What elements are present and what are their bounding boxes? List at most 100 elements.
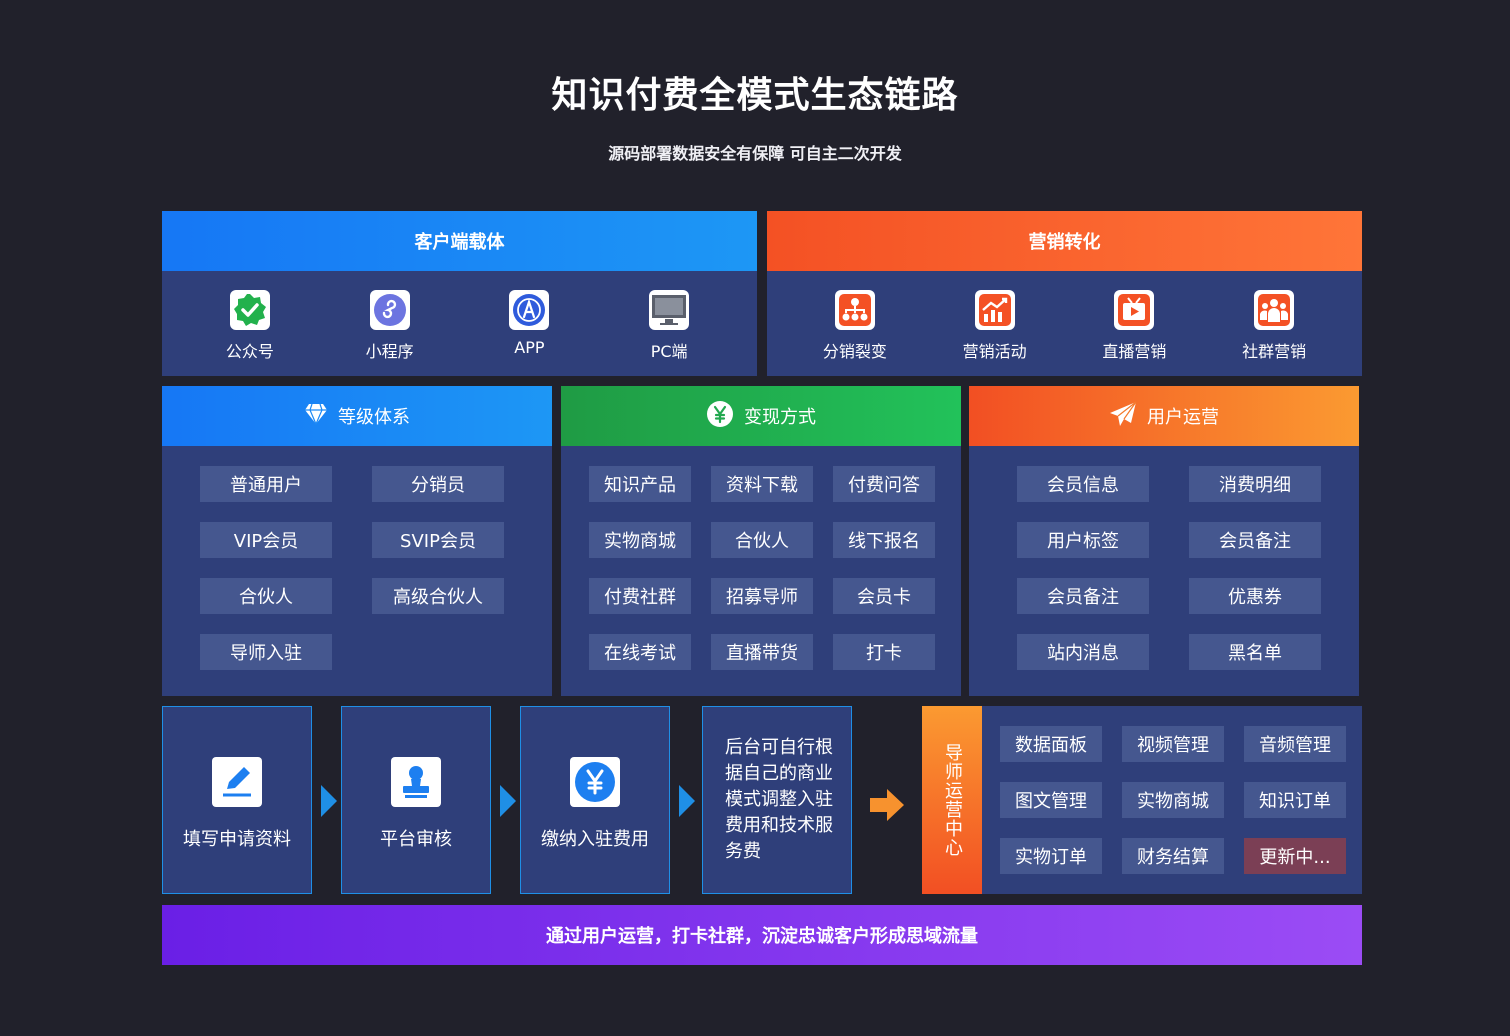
- app-store-icon: [509, 290, 550, 330]
- mentor-chip: 知识订单: [1244, 782, 1346, 818]
- marketing-item-community: 社群营销: [1214, 290, 1334, 362]
- levels-panel-title: 等级体系: [338, 407, 410, 428]
- yen-coin-icon: [570, 757, 620, 807]
- userops-panel-title: 用户运营: [1147, 407, 1219, 428]
- marketing-item-live: 直播营销: [1074, 290, 1194, 362]
- client-item-label: PC端: [650, 342, 688, 361]
- marketing-item-label: 营销活动: [962, 342, 1027, 361]
- marketing-item-label: 社群营销: [1242, 342, 1307, 361]
- paper-plane-icon: [1109, 401, 1137, 432]
- step-arrow-icon: [321, 785, 337, 817]
- monetize-chip: 付费问答: [833, 466, 935, 502]
- step-apply: 填写申请资料: [162, 706, 312, 894]
- userops-panel: 用户运营 会员信息 消费明细 用户标签 会员备注 会员备注 优惠券 站内消息 黑…: [969, 386, 1359, 696]
- monetize-chip: 付费社群: [589, 578, 691, 614]
- mentor-chip: 数据面板: [1000, 726, 1102, 762]
- userops-chip: 会员信息: [1017, 466, 1149, 502]
- monetize-chip: 合伙人: [711, 522, 813, 558]
- userops-chip: 会员备注: [1017, 578, 1149, 614]
- mentor-chip: 实物订单: [1000, 838, 1102, 874]
- monitor-icon: [649, 290, 690, 330]
- client-item-label: 小程序: [365, 342, 414, 361]
- monetize-chip: 招募导师: [711, 578, 813, 614]
- client-item-app: APP: [469, 290, 589, 362]
- userops-chip: 黑名单: [1189, 634, 1321, 670]
- marketing-item-activity: 营销活动: [935, 290, 1055, 362]
- client-panel: 客户端载体 公众号 小程序 APP PC端: [162, 211, 757, 376]
- monetize-chip: 知识产品: [589, 466, 691, 502]
- mentor-chip: 财务结算: [1122, 838, 1224, 874]
- mentor-chip: 实物商城: [1122, 782, 1224, 818]
- level-chip: 分销员: [372, 466, 504, 502]
- mentor-chip: 图文管理: [1000, 782, 1102, 818]
- growth-chart-icon: [974, 290, 1015, 330]
- mini-program-icon: [369, 290, 410, 330]
- monetize-chip: 资料下载: [711, 466, 813, 502]
- page-title: 知识付费全模式生态链路: [551, 75, 959, 116]
- monetize-panel: 变现方式 知识产品 资料下载 付费问答 实物商城 合伙人 线下报名 付费社群 招…: [561, 386, 961, 696]
- client-item-wechat: 公众号: [190, 290, 310, 362]
- bottom-banner: 通过用户运营，打卡社群，沉淀忠诚客户形成思域流量: [162, 905, 1362, 965]
- step-label: 填写申请资料: [183, 829, 291, 850]
- monetize-chip: 线下报名: [833, 522, 935, 558]
- step-payment: 缴纳入驻费用: [520, 706, 670, 894]
- monetize-chip: 会员卡: [833, 578, 935, 614]
- step-arrow-icon: [679, 785, 695, 817]
- level-chip: VIP会员: [200, 522, 332, 558]
- approve-stamp-icon: [391, 757, 441, 807]
- group-icon: [1254, 290, 1295, 330]
- client-item-miniprogram: 小程序: [330, 290, 450, 362]
- userops-chip: 优惠券: [1189, 578, 1321, 614]
- bottom-banner-text: 通过用户运营，打卡社群，沉淀忠诚客户形成思域流量: [546, 926, 978, 947]
- userops-panel-header: 用户运营: [969, 386, 1359, 446]
- step-label: 缴纳入驻费用: [541, 829, 649, 850]
- wechat-verified-icon: [229, 290, 270, 330]
- live-tv-icon: [1114, 290, 1155, 330]
- level-chip: 合伙人: [200, 578, 332, 614]
- monetize-panel-title: 变现方式: [744, 407, 816, 428]
- diamond-icon: [304, 403, 328, 430]
- page-subtitle: 源码部署数据安全有保障 可自主二次开发: [608, 144, 902, 163]
- levels-panel-header: 等级体系: [162, 386, 552, 446]
- monetize-chip: 实物商城: [589, 522, 691, 558]
- level-chip: 导师入驻: [200, 634, 332, 670]
- mentor-center-title: 导师运营中心: [942, 743, 963, 857]
- marketing-panel-title: 营销转化: [1028, 232, 1101, 253]
- mentor-chip: 视频管理: [1122, 726, 1224, 762]
- client-item-label: 公众号: [225, 342, 274, 361]
- userops-chip: 站内消息: [1017, 634, 1149, 670]
- monetize-chip: 在线考试: [589, 634, 691, 670]
- level-chip: SVIP会员: [372, 522, 504, 558]
- monetize-chip: 直播带货: [711, 634, 813, 670]
- marketing-item-label: 直播营销: [1102, 342, 1167, 361]
- step-arrow-icon: [500, 785, 516, 817]
- step-label: 平台审核: [380, 829, 452, 850]
- level-chip: 高级合伙人: [372, 578, 504, 614]
- yen-icon: [706, 400, 734, 433]
- client-item-pc: PC端: [609, 290, 729, 362]
- levels-panel: 等级体系 普通用户 分销员 VIP会员 SVIP会员 合伙人 高级合伙人 导师入…: [162, 386, 552, 696]
- level-chip: 普通用户: [200, 466, 332, 502]
- client-panel-title: 客户端载体: [414, 232, 505, 253]
- marketing-item-label: 分销裂变: [822, 342, 887, 361]
- fee-note: 后台可自行根据自己的商业模式调整入驻费用和技术服务费: [725, 737, 833, 862]
- step-note: 后台可自行根据自己的商业模式调整入驻费用和技术服务费: [702, 706, 852, 894]
- mentor-chip-updating: 更新中...: [1244, 838, 1346, 874]
- marketing-item-distribution: 分销裂变: [795, 290, 915, 362]
- marketing-panel: 营销转化 分销裂变 营销活动 直播营销 社群营销: [767, 211, 1362, 376]
- monetize-chip: 打卡: [833, 634, 935, 670]
- mentor-chip: 音频管理: [1244, 726, 1346, 762]
- userops-chip: 会员备注: [1189, 522, 1321, 558]
- org-tree-icon: [834, 290, 875, 330]
- monetize-panel-header: 变现方式: [561, 386, 961, 446]
- mentor-center-panel: 数据面板 视频管理 音频管理 图文管理 实物商城 知识订单 实物订单 财务结算 …: [982, 706, 1362, 894]
- client-item-label: APP: [514, 338, 545, 357]
- marketing-panel-header: 营销转化: [767, 211, 1362, 271]
- orange-arrow-icon: [869, 788, 905, 826]
- userops-chip: 用户标签: [1017, 522, 1149, 558]
- edit-icon: [212, 757, 262, 807]
- client-panel-header: 客户端载体: [162, 211, 757, 271]
- step-review: 平台审核: [341, 706, 491, 894]
- userops-chip: 消费明细: [1189, 466, 1321, 502]
- mentor-center-label: 导师运营中心: [922, 706, 982, 894]
